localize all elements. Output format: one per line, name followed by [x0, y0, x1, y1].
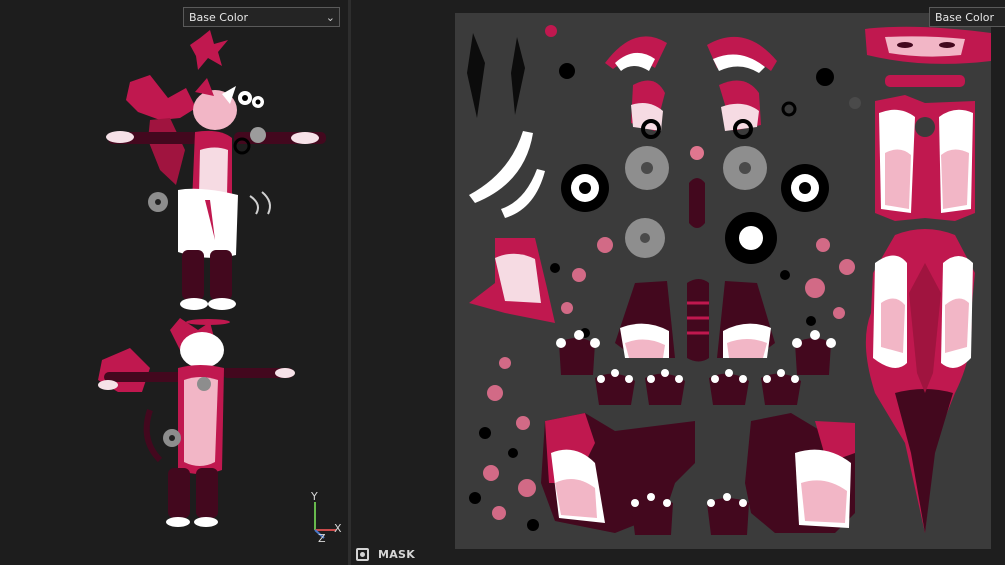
- uv-channel-select[interactable]: Base Color: [929, 7, 1005, 27]
- uv-channel-value: Base Color: [935, 11, 995, 24]
- axis-z-label: Z: [318, 532, 326, 545]
- uv-texture-sheet[interactable]: [455, 13, 991, 549]
- uv-texture-panel[interactable]: Base Color MASK: [351, 0, 1005, 565]
- 3d-viewport-panel[interactable]: Base Color ⌄ Y X Z: [0, 0, 348, 565]
- mask-toggle[interactable]: MASK: [356, 546, 415, 562]
- mask-label: MASK: [378, 547, 416, 561]
- axis-y-label: Y: [311, 490, 318, 503]
- axis-gizmo: Y X Z: [300, 490, 348, 546]
- mask-icon[interactable]: [356, 547, 369, 561]
- character-model-front[interactable]: [0, 0, 348, 330]
- axis-x-label: X: [334, 522, 342, 535]
